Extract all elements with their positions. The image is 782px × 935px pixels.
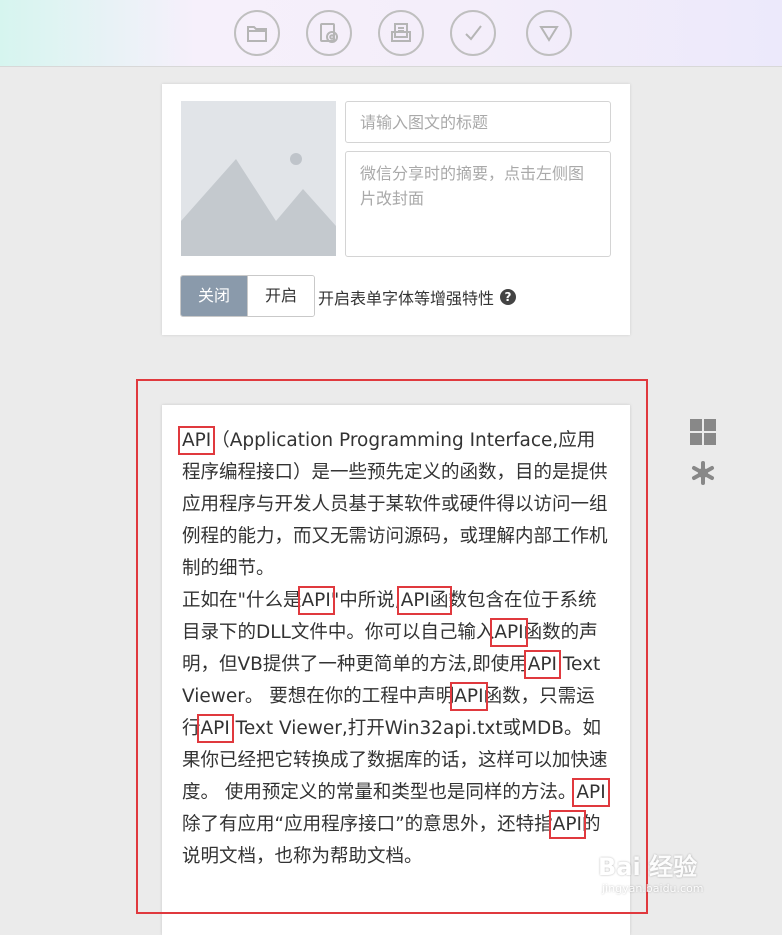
image-placeholder-icon — [181, 101, 336, 256]
title-input[interactable] — [345, 101, 611, 143]
article-text: 正如在"什么是 — [182, 590, 302, 611]
check-icon — [465, 25, 482, 41]
article-paragraph: 正如在"什么是API"中所说,API函数包含在位于系统目录下的DLL文件中。你可… — [182, 585, 612, 873]
gear-icon[interactable] — [690, 460, 716, 486]
enhance-description: 开启表单字体等增强特性 — [318, 289, 495, 308]
triangle-down-button[interactable] — [526, 10, 572, 56]
article-text: 除了有应用“应用程序接口”的意思外，还特指 — [182, 814, 553, 835]
api-highlight: API — [490, 618, 528, 647]
api-highlight: API — [548, 810, 586, 839]
cover-image-placeholder[interactable] — [181, 101, 336, 256]
folder-icon — [247, 26, 267, 42]
article-body[interactable]: API（Application Programming Interface,应用… — [177, 425, 612, 873]
enhance-toggle: 关闭 开启 — [180, 275, 315, 317]
api-highlight: API — [450, 682, 488, 711]
api-highlight: API — [196, 714, 234, 743]
article-card: API（Application Programming Interface,应用… — [162, 405, 630, 935]
grid-icon[interactable] — [690, 419, 716, 445]
api-highlight: API函 — [396, 586, 453, 615]
article-text: "中所说, — [330, 590, 401, 611]
video-button[interactable] — [306, 10, 352, 56]
help-icon[interactable]: ? — [500, 289, 517, 305]
check-button[interactable] — [450, 10, 496, 56]
cover-card: 关闭 开启 开启表单字体等增强特性 ? — [162, 84, 630, 335]
document-button[interactable] — [378, 10, 424, 56]
article-text: （Application Programming Interface,应用程序编… — [182, 430, 608, 579]
document-icon — [391, 23, 411, 42]
summary-input[interactable] — [345, 151, 611, 257]
editor-toolbar — [0, 0, 782, 67]
api-highlight: API — [523, 650, 562, 679]
video-icon — [320, 23, 338, 43]
triangle-down-icon — [539, 26, 559, 42]
article-paragraph: API（Application Programming Interface,应用… — [177, 425, 612, 585]
toggle-off-button[interactable]: 关闭 — [181, 276, 247, 316]
article-text: Text Viewer,打开Win32api.txt或MDB。如果你已经把它转换… — [182, 718, 608, 803]
api-highlight: API — [177, 426, 216, 455]
folder-button[interactable] — [234, 10, 280, 56]
toggle-on-button[interactable]: 开启 — [247, 276, 314, 316]
enhance-label: 开启表单字体等增强特性 ? — [318, 285, 517, 309]
api-highlight: API — [297, 586, 335, 615]
api-highlight: API — [572, 778, 610, 807]
